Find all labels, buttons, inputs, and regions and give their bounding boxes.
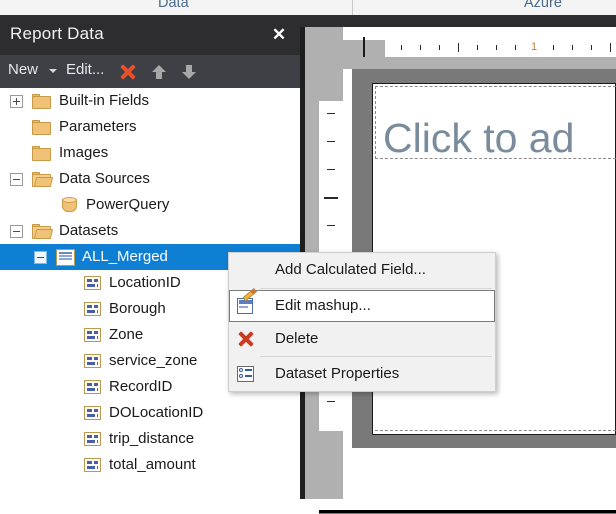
expander-icon[interactable] <box>10 95 23 108</box>
field-icon <box>84 380 101 394</box>
expander-icon[interactable] <box>34 251 47 264</box>
menu-item-label: Add Calculated Field... <box>275 261 426 278</box>
folder-open-icon <box>32 224 54 239</box>
field-icon <box>84 432 101 446</box>
tree-item-label: Data Sources <box>59 170 150 187</box>
new-button[interactable]: New <box>8 61 38 78</box>
folder-icon <box>32 94 51 109</box>
menu-separator <box>260 356 492 357</box>
tree-item-label: Parameters <box>59 118 137 135</box>
menu-item-label: Dataset Properties <box>275 365 400 382</box>
page-title: Report Data <box>10 24 104 43</box>
field-icon <box>84 328 101 342</box>
ribbon-tab-strip: Data Azure <box>0 0 616 15</box>
edit-button[interactable]: Edit... <box>66 61 104 78</box>
dark-band <box>300 15 616 27</box>
bottom-left-corner <box>300 499 319 514</box>
tree-item-label: Images <box>59 144 109 161</box>
menu-item-delete[interactable]: Delete <box>229 323 495 355</box>
folder-open-icon <box>32 172 54 187</box>
tree-item-total-amount[interactable]: total_amount <box>0 452 300 478</box>
bottom-status-band <box>319 510 616 514</box>
folder-icon <box>32 146 51 161</box>
tree-item-trip-distance[interactable]: trip_distance <box>0 426 300 452</box>
menu-item-label: Edit mashup... <box>275 297 371 314</box>
expander-icon[interactable] <box>10 173 23 186</box>
surface-top-band <box>343 57 616 69</box>
dataset-context-menu[interactable]: Add Calculated Field... Edit mashup... D… <box>228 252 496 392</box>
tree-item-label: Built-in Fields <box>59 92 150 109</box>
folder-icon <box>32 120 51 135</box>
ribbon-tab-azure[interactable]: Azure <box>524 0 562 11</box>
expander-icon[interactable] <box>10 225 23 238</box>
tree-item-built-in-fields[interactable]: Built-in Fields <box>0 88 300 114</box>
tree-item-dolocationid[interactable]: DOLocationID <box>0 400 300 426</box>
tree-item-label: Borough <box>109 300 166 317</box>
field-icon <box>84 406 101 420</box>
arrow-down-icon[interactable] <box>180 63 198 81</box>
tree-item-label: total_amount <box>109 456 196 473</box>
field-icon <box>84 354 101 368</box>
title-placeholder-text[interactable]: Click to ad <box>383 115 574 162</box>
edit-mashup-icon <box>237 287 258 317</box>
database-icon <box>62 197 77 214</box>
ribbon-tab-data[interactable]: Data <box>158 0 189 11</box>
tree-item-label: ALL_Merged <box>82 248 168 265</box>
tree-item-label: RecordID <box>109 378 173 395</box>
menu-item-dataset-properties[interactable]: Dataset Properties <box>229 358 495 390</box>
tree-item-powerquery[interactable]: PowerQuery <box>0 192 300 218</box>
arrow-up-icon[interactable] <box>150 63 168 81</box>
tree-item-label: Zone <box>109 326 144 343</box>
menu-separator <box>260 288 492 289</box>
menu-item-edit-mashup[interactable]: Edit mashup... <box>229 287 495 322</box>
menu-item-label: Delete <box>275 330 319 347</box>
tree-item-images[interactable]: Images <box>0 140 300 166</box>
red-x-icon <box>236 329 256 349</box>
tree-item-label: LocationID <box>109 274 181 291</box>
tree-item-label: DOLocationID <box>109 404 204 421</box>
application-window: Data Azure 1 Click to ad Report Data ✕ N… <box>0 0 616 514</box>
field-icon <box>84 302 101 316</box>
close-icon[interactable]: ✕ <box>268 24 290 46</box>
panel-toolbar: New Edit... <box>0 55 300 88</box>
panel-header: Report Data ✕ <box>0 15 300 55</box>
tree-item-label: PowerQuery <box>86 196 170 213</box>
vertical-ruler-upper-gutter <box>319 27 343 101</box>
tree-item-label: service_zone <box>109 352 198 369</box>
menu-item-add-calculated-field[interactable]: Add Calculated Field... <box>229 254 495 286</box>
report-footer-divider <box>375 430 616 431</box>
tree-item-data-sources[interactable]: Data Sources <box>0 166 300 192</box>
vertical-ruler-lower-gutter <box>319 431 343 499</box>
tree-item-label: Datasets <box>59 222 119 239</box>
ribbon-separator <box>352 0 353 15</box>
horizontal-ruler-label-1: 1 <box>531 41 538 53</box>
red-x-icon[interactable] <box>118 62 138 82</box>
dataset-table-icon <box>56 249 75 266</box>
field-icon <box>84 458 101 472</box>
field-icon <box>84 276 101 290</box>
horizontal-ruler: 1 <box>385 40 616 57</box>
tree-item-label: trip_distance <box>109 430 195 447</box>
chevron-down-icon[interactable] <box>49 69 57 73</box>
properties-icon <box>236 364 256 384</box>
tree-item-parameters[interactable]: Parameters <box>0 114 300 140</box>
tree-item-datasets[interactable]: Datasets <box>0 218 300 244</box>
